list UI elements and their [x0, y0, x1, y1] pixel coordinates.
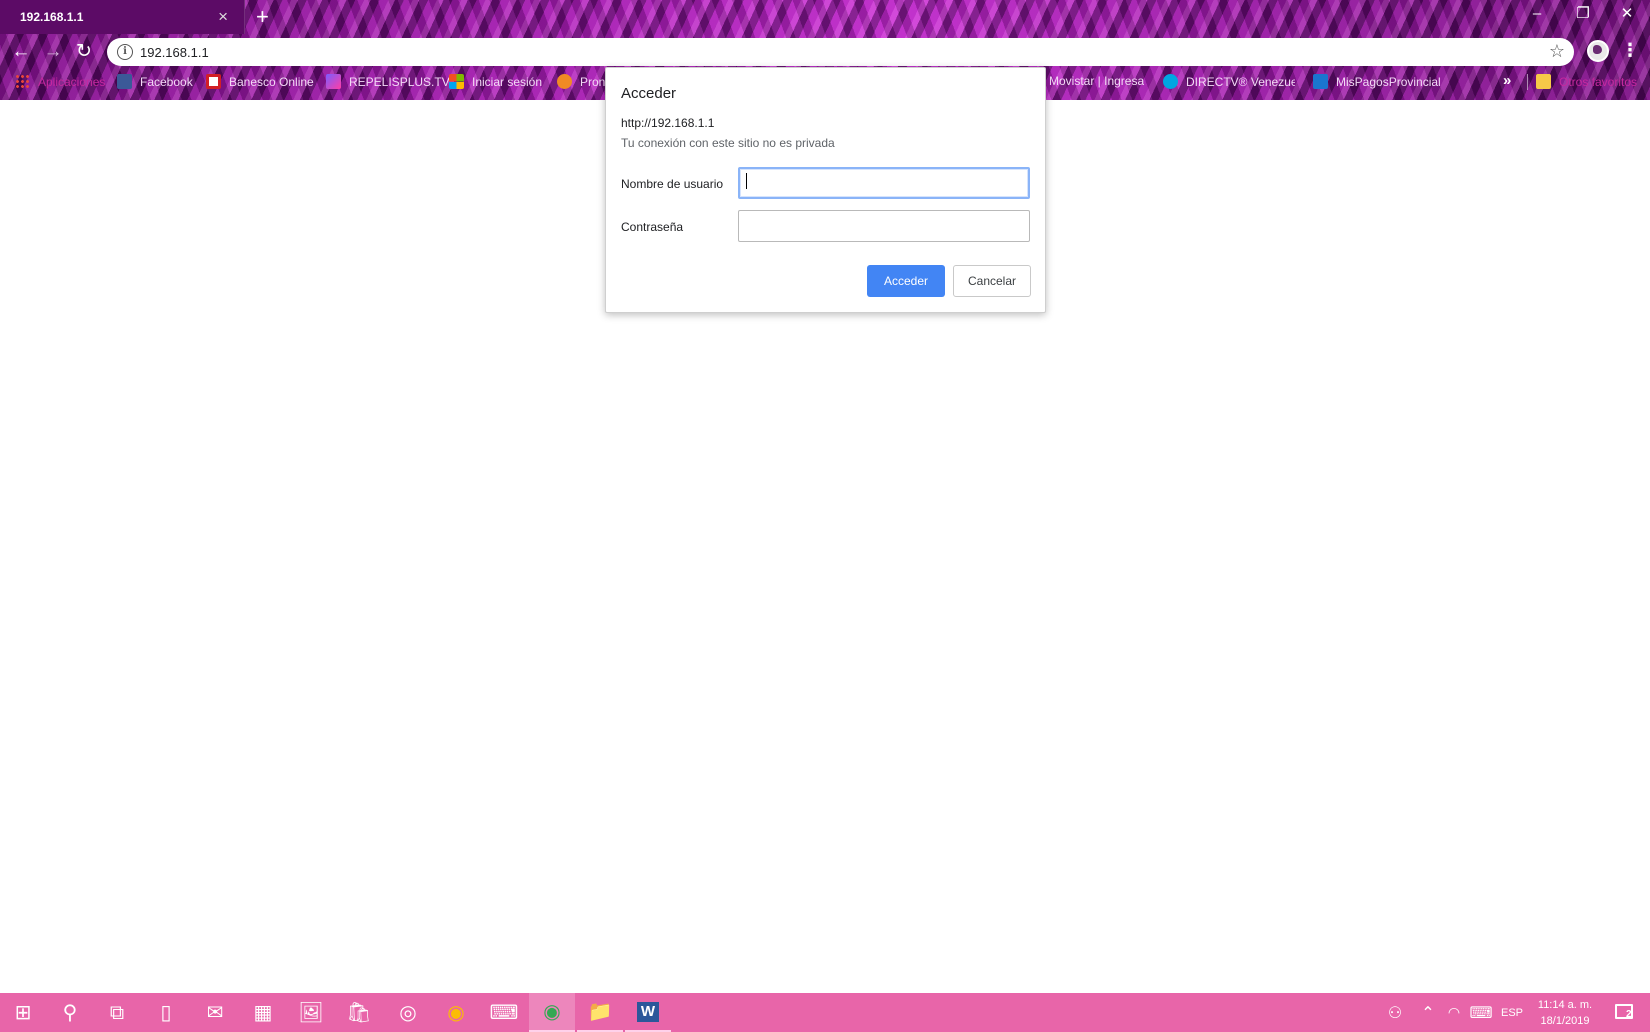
username-label: Nombre de usuario	[621, 177, 724, 191]
chevron-up-icon: ⌃	[1421, 1004, 1435, 1022]
browser-menu-icon[interactable]: ⋮	[1621, 40, 1639, 61]
address-url[interactable]: 192.168.1.1	[140, 45, 209, 60]
site-info-icon[interactable]: i	[117, 44, 133, 60]
bookmark-directv[interactable]: DIRECTV® Venezuela	[1163, 74, 1295, 92]
word-icon: W	[636, 1001, 660, 1022]
text-caret	[746, 173, 747, 189]
bookmarks-overflow-icon[interactable]: »	[1503, 72, 1511, 89]
tab-close-icon[interactable]: ×	[218, 7, 228, 27]
dialog-title: Acceder	[621, 85, 677, 102]
cancel-button[interactable]: Cancelar	[953, 265, 1031, 297]
wifi-icon: ◠	[1447, 1004, 1461, 1020]
dialog-origin: http://192.168.1.1	[621, 116, 715, 130]
store-icon: 🛍	[346, 1001, 372, 1024]
sun-icon	[557, 74, 572, 89]
password-input[interactable]	[738, 210, 1030, 242]
taskbar: ⊞ ⚲ ⧉ ▯ ✉ ▦ 🖼 🛍 ◎ ◉ ⌨ ◉ 📁 W ⚇ ⌃ ◠ ⌨ ESP …	[0, 993, 1650, 1032]
password-label: Contraseña	[621, 220, 684, 234]
search-icon: ⚲	[62, 1001, 78, 1024]
bookmark-movistar[interactable]: Movistar | Ingresa	[1049, 74, 1144, 92]
dialog-privacy-warning: Tu conexión con este sitio no es privada	[621, 136, 835, 150]
taskbar-notepad[interactable]: ▯	[143, 993, 189, 1032]
taskbar-keyboard-app[interactable]: ⌨	[481, 993, 527, 1032]
touch-keyboard-button[interactable]: ⌨	[1466, 993, 1496, 1032]
bookmark-repelisplus[interactable]: REPELISPLUS.TV	[326, 74, 450, 92]
bookmark-star-icon[interactable]: ☆	[1549, 41, 1565, 62]
tray-overflow-button[interactable]: ⌃	[1416, 993, 1440, 1032]
taskbar-mail[interactable]: ✉	[192, 993, 238, 1032]
notification-count: 2	[1626, 1009, 1632, 1020]
bookmark-pron[interactable]: Pron	[557, 74, 605, 92]
minimize-button[interactable]: –	[1514, 0, 1560, 30]
reload-button[interactable]: ↻	[73, 41, 95, 63]
chrome-icon: ◉	[447, 1001, 465, 1024]
forward-button[interactable]: →	[42, 41, 64, 63]
folder-icon	[1536, 74, 1551, 89]
people-icon: ⚇	[1387, 1004, 1403, 1022]
username-input[interactable]	[738, 167, 1030, 199]
task-view-icon: ⧉	[109, 1001, 125, 1024]
clock-time: 11:14 a. m.	[1537, 999, 1593, 1011]
facebook-icon	[117, 74, 132, 89]
bookmarks-separator	[1527, 74, 1528, 90]
paint-icon: 🖼	[298, 1001, 324, 1024]
directv-icon	[1163, 74, 1178, 89]
extension-globe-icon[interactable]	[1587, 40, 1609, 62]
repelis-icon	[326, 74, 341, 89]
microsoft-icon	[449, 74, 464, 89]
apps-grid-icon	[15, 74, 30, 89]
notepad-icon: ▯	[160, 1001, 172, 1024]
bookmark-banesco[interactable]: Banesco Online	[206, 74, 314, 92]
taskbar-file-explorer[interactable]: 📁	[577, 993, 623, 1032]
action-center-button[interactable]: 2	[1607, 993, 1643, 1032]
clock[interactable]: 11:14 a. m. 18/1/2019	[1528, 997, 1602, 1029]
taskbar-calculator[interactable]: ▦	[240, 993, 286, 1032]
file-explorer-icon: 📁	[587, 1000, 613, 1023]
start-button[interactable]: ⊞	[0, 993, 46, 1032]
taskbar-paint[interactable]: 🖼	[288, 993, 334, 1032]
address-bar[interactable]: i 192.168.1.1 ☆	[107, 38, 1574, 66]
network-button[interactable]: ◠	[1442, 993, 1466, 1032]
taskbar-chrome[interactable]: ◉	[433, 993, 479, 1032]
taskbar-chrome-profile[interactable]: ◉	[529, 993, 575, 1032]
http-auth-dialog: Acceder http://192.168.1.1 Tu conexión c…	[605, 67, 1046, 313]
bookmark-facebook[interactable]: Facebook	[117, 74, 193, 92]
taskbar-word[interactable]: W	[625, 993, 671, 1032]
start-icon: ⊞	[14, 1001, 32, 1024]
input-language[interactable]: ESP	[1497, 993, 1527, 1032]
keyboard-app-icon: ⌨	[489, 1001, 519, 1024]
bookmark-aplicaciones[interactable]: Aplicaciones	[15, 74, 105, 92]
bookmark-iniciar-sesion[interactable]: Iniciar sesión	[449, 74, 542, 92]
close-window-button[interactable]: ✕	[1604, 0, 1650, 30]
people-button[interactable]: ⚇	[1380, 993, 1410, 1032]
tab-title: 192.168.1.1	[20, 10, 84, 24]
back-button[interactable]: ←	[10, 41, 32, 63]
new-tab-button[interactable]: +	[256, 4, 269, 30]
submit-button[interactable]: Acceder	[867, 265, 945, 297]
banesco-icon	[206, 74, 221, 89]
bookmark-mispagosprovincial[interactable]: MisPagosProvincial	[1313, 74, 1441, 92]
mail-icon: ✉	[206, 1001, 224, 1024]
provincial-icon	[1313, 74, 1328, 89]
tab-active[interactable]: 192.168.1.1 ×	[0, 0, 245, 34]
clock-date: 18/1/2019	[1540, 1015, 1590, 1027]
restore-button[interactable]: ❐	[1560, 0, 1606, 30]
keyboard-icon: ⌨	[1469, 1004, 1493, 1022]
taskbar-store[interactable]: 🛍	[336, 993, 382, 1032]
bookmark-otros-favoritos[interactable]: Otros favoritos	[1536, 74, 1637, 92]
taskbar-groove[interactable]: ◎	[385, 993, 431, 1032]
search-button[interactable]: ⚲	[47, 993, 93, 1032]
calculator-icon: ▦	[253, 1001, 273, 1024]
task-view-button[interactable]: ⧉	[94, 993, 140, 1032]
chrome-profile-icon: ◉	[543, 1000, 561, 1023]
groove-icon: ◎	[399, 1001, 417, 1024]
